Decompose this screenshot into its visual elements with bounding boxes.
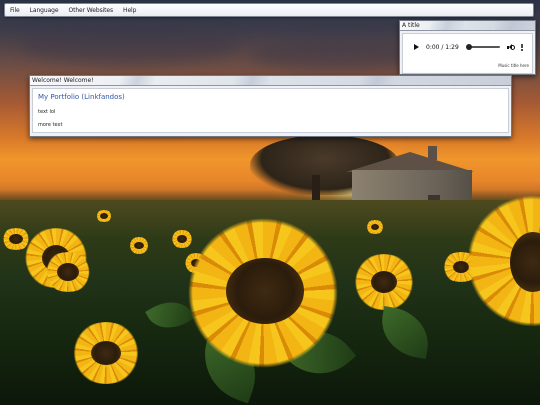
sunflower — [95, 210, 113, 222]
music-caption: Music title here — [498, 63, 529, 68]
cloud — [20, 25, 240, 65]
window-title: A title — [402, 22, 420, 29]
menu-other-websites[interactable]: Other Websites — [68, 7, 113, 14]
window-titlebar[interactable]: Welcome! Welcome! — [30, 76, 511, 86]
sunflower — [170, 230, 194, 248]
play-icon[interactable] — [414, 44, 419, 50]
menu-help[interactable]: Help — [123, 7, 136, 14]
body-text-line: text lol — [38, 109, 56, 115]
sunflower — [365, 220, 385, 234]
audio-time: 0:00 / 1:29 — [426, 43, 459, 51]
audio-player-window: A title 0:00 / 1:29 Music title here — [399, 20, 536, 75]
welcome-window: Welcome! Welcome! My Portfolio (Linkfand… — [29, 75, 512, 137]
sunflower — [42, 252, 94, 292]
menu-language[interactable]: Language — [30, 7, 59, 14]
window-title: Welcome! Welcome! — [32, 77, 94, 84]
audio-player: 0:00 / 1:29 — [409, 40, 529, 54]
progress-knob[interactable] — [465, 44, 472, 50]
window-titlebar[interactable]: A title — [400, 21, 535, 31]
portfolio-link[interactable]: My Portfolio (Linkfandos) — [38, 93, 503, 101]
sunflower — [68, 322, 144, 384]
body-text-line: more text — [38, 122, 63, 128]
sunflower — [128, 237, 150, 254]
menu-file[interactable]: File — [10, 7, 20, 14]
window-content: My Portfolio (Linkfandos) text lol more … — [32, 88, 509, 133]
sunflower-large — [178, 218, 348, 368]
window-content: 0:00 / 1:29 Music title here — [402, 33, 533, 74]
volume-icon[interactable] — [506, 43, 515, 51]
top-menu-bar: File Language Other Websites Help — [4, 3, 534, 17]
house-roof — [346, 152, 474, 172]
sunflower — [350, 254, 418, 310]
more-options-icon[interactable] — [520, 43, 523, 51]
audio-progress-slider[interactable] — [465, 44, 500, 50]
